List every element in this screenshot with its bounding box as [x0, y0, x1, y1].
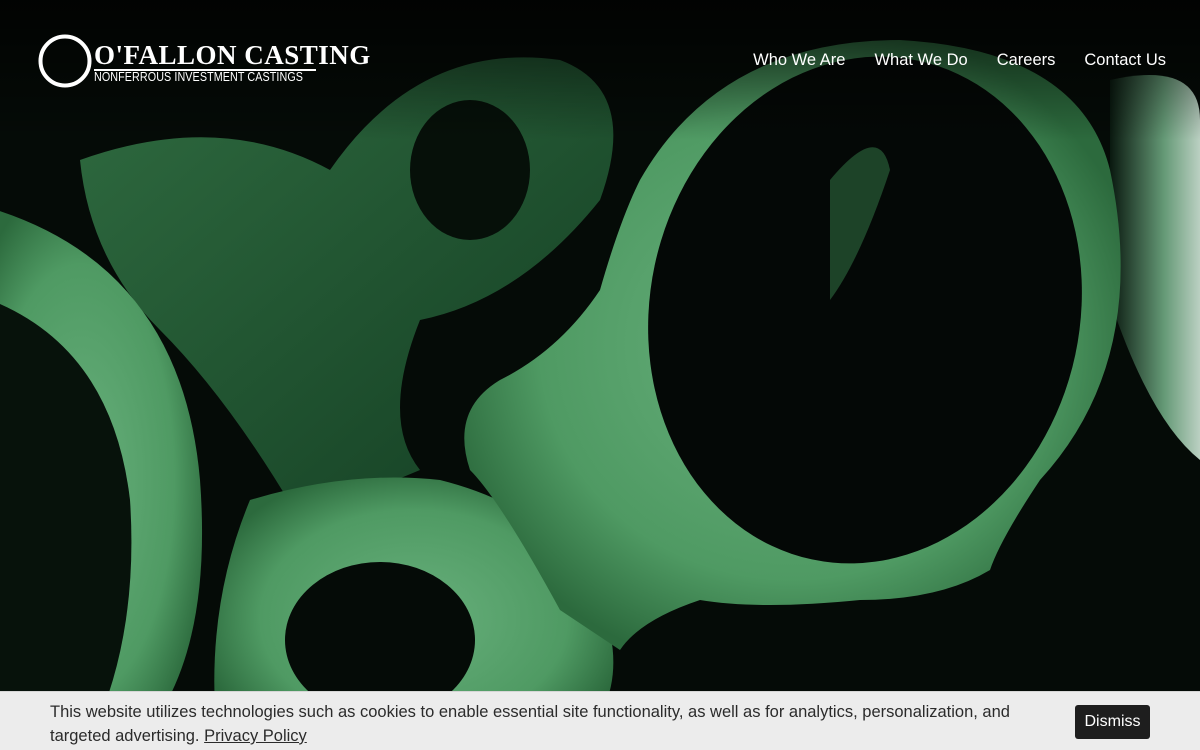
nav-item-contact-us[interactable]: Contact Us — [1084, 50, 1166, 70]
main-nav: Who We Are What We Do Careers Contact Us — [753, 50, 1166, 70]
site-logo[interactable]: O'FALLON CASTING NONFERROUS INVESTMENT C… — [36, 32, 370, 90]
cookie-banner: This website utilizes technologies such … — [0, 691, 1200, 750]
nav-item-who-we-are[interactable]: Who We Are — [753, 50, 845, 70]
nav-item-what-we-do[interactable]: What We Do — [874, 50, 967, 70]
cookie-message-text: This website utilizes technologies such … — [50, 703, 1010, 745]
logo-brand: O'FALLON CASTING — [94, 40, 371, 70]
logo-tagline: NONFERROUS INVESTMENT CASTINGS — [94, 70, 304, 84]
nav-item-careers[interactable]: Careers — [997, 50, 1056, 70]
logo-circle-icon — [38, 34, 92, 88]
cookie-message: This website utilizes technologies such … — [50, 700, 1060, 748]
privacy-policy-link[interactable]: Privacy Policy — [204, 727, 307, 745]
dismiss-button[interactable]: Dismiss — [1075, 705, 1150, 739]
site-header: O'FALLON CASTING NONFERROUS INVESTMENT C… — [0, 0, 1200, 120]
